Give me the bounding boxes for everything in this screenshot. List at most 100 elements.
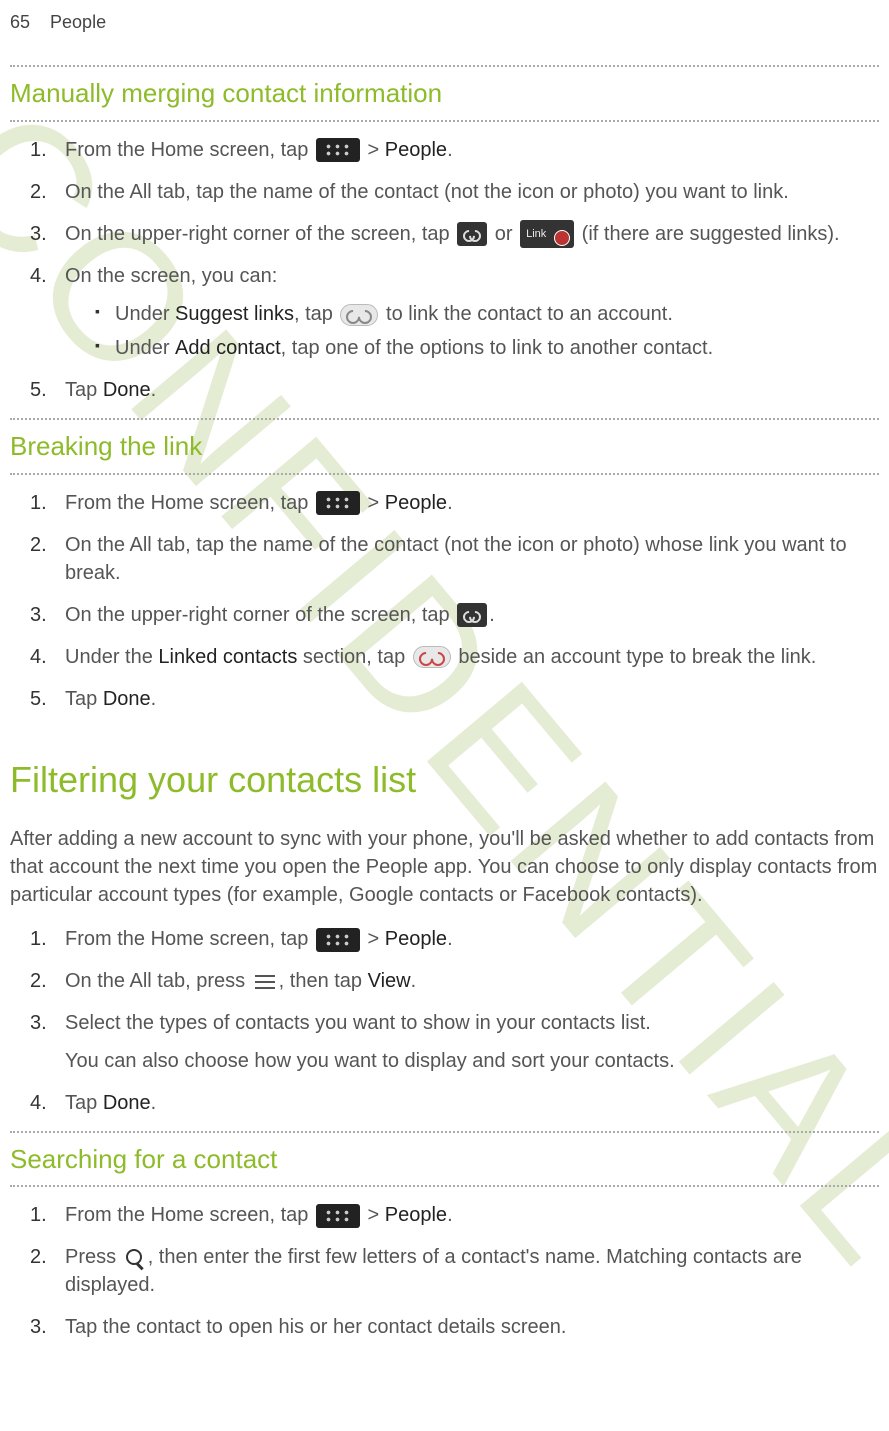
steps-list-merging: 1. From the Home screen, tap > People. 2… [10, 136, 879, 405]
step-number: 4. [30, 643, 47, 671]
step-item: 4. On the screen, you can: Under Suggest… [40, 262, 879, 362]
step-text: > [362, 139, 385, 161]
bullet-item: Under Add contact, tap one of the option… [95, 334, 879, 362]
step-item: 3. On the upper-right corner of the scre… [40, 601, 879, 629]
step-number: 1. [30, 1201, 47, 1229]
bold-text: Linked contacts [158, 646, 297, 668]
step-text: section, tap [297, 646, 410, 668]
bold-text: People [385, 139, 447, 161]
step-number: 2. [30, 178, 47, 206]
link-icon [457, 603, 487, 627]
step-item: 3. On the upper-right corner of the scre… [40, 220, 879, 249]
step-number: 3. [30, 1009, 47, 1037]
link-light-icon [340, 304, 378, 326]
step-number: 2. [30, 967, 47, 995]
step-item: 4. Tap Done. [40, 1089, 879, 1117]
step-number: 1. [30, 489, 47, 517]
step-item: 2. Press , then enter the first few lett… [40, 1243, 879, 1299]
link-badge-icon: Link [520, 220, 574, 248]
bold-text: Done [103, 688, 151, 710]
step-item: 5. Tap Done. [40, 376, 879, 404]
step-text: Tap [65, 379, 103, 401]
step-item: 2. On the All tab, press , then tap View… [40, 967, 879, 995]
step-text: Tap [65, 688, 103, 710]
steps-list-searching: 1. From the Home screen, tap > People. 2… [10, 1201, 879, 1341]
step-item: 4. Under the Linked contacts section, ta… [40, 643, 879, 671]
step-text: , then tap [279, 970, 368, 992]
step-text: From the Home screen, tap [65, 1204, 314, 1226]
step-number: 3. [30, 1313, 47, 1341]
step-text: . [489, 604, 495, 626]
step-number: 5. [30, 685, 47, 713]
step-text: > [362, 1204, 385, 1226]
step-text: From the Home screen, tap [65, 928, 314, 950]
step-number: 1. [30, 136, 47, 164]
step-text: On the upper-right corner of the screen,… [65, 604, 455, 626]
step-number: 2. [30, 531, 47, 559]
bullet-item: Under Suggest links, tap to link the con… [95, 300, 879, 328]
step-text: or [489, 223, 518, 245]
bold-text: Done [103, 1092, 151, 1114]
page-number: 65 [10, 10, 30, 35]
step-text: . [151, 1092, 157, 1114]
step-text: From the Home screen, tap [65, 139, 314, 161]
bullet-text: , tap [294, 303, 338, 325]
step-text: Under the [65, 646, 158, 668]
section-heading-merging: Manually merging contact information [10, 67, 879, 119]
bold-text: Suggest links [175, 303, 294, 325]
bullet-text: Under [115, 337, 175, 359]
step-item: 1. From the Home screen, tap > People. [40, 1201, 879, 1229]
bullet-text: Under [115, 303, 175, 325]
sublist: Under Suggest links, tap to link the con… [65, 300, 879, 362]
step-text: > [362, 928, 385, 950]
step-text: > [362, 492, 385, 514]
step-text: On the All tab, press [65, 970, 251, 992]
steps-list-breaking: 1. From the Home screen, tap > People. 2… [10, 489, 879, 713]
step-text: . [447, 139, 453, 161]
apps-grid-icon [316, 928, 360, 952]
bold-text: Add contact [175, 337, 281, 359]
step-text: On the upper-right corner of the screen,… [65, 223, 455, 245]
step-text: . [151, 688, 157, 710]
step-item: 3. Tap the contact to open his or her co… [40, 1313, 879, 1341]
step-text: beside an account type to break the link… [453, 646, 817, 668]
step-item: 1. From the Home screen, tap > People. [40, 489, 879, 517]
menu-icon [253, 973, 277, 991]
step-number: 5. [30, 376, 47, 404]
bold-text: People [385, 492, 447, 514]
step-text: . [447, 1204, 453, 1226]
step-item: 1. From the Home screen, tap > People. [40, 925, 879, 953]
step-item: 1. From the Home screen, tap > People. [40, 136, 879, 164]
step-text: . [447, 492, 453, 514]
step-text: On the screen, you can: [65, 265, 277, 287]
step-text: (if there are suggested links). [576, 223, 839, 245]
bullet-text: , tap one of the options to link to anot… [281, 337, 714, 359]
bold-text: People [385, 1204, 447, 1226]
apps-grid-icon [316, 138, 360, 162]
page-header: 65 People [10, 0, 879, 55]
step-text: . [411, 970, 417, 992]
step-text: Press [65, 1246, 122, 1268]
bold-text: Done [103, 379, 151, 401]
step-text: Select the types of contacts you want to… [65, 1012, 651, 1034]
step-text: , then enter the first few letters of a … [65, 1246, 802, 1296]
main-heading-filtering: Filtering your contacts list [10, 727, 879, 817]
search-icon [124, 1247, 146, 1269]
step-number: 4. [30, 1089, 47, 1117]
break-link-icon [413, 646, 451, 668]
step-number: 3. [30, 220, 47, 248]
section-heading-searching: Searching for a contact [10, 1133, 879, 1185]
step-text: Tap the contact to open his or her conta… [65, 1316, 566, 1338]
apps-grid-icon [316, 491, 360, 515]
step-number: 4. [30, 262, 47, 290]
step-secondary-text: You can also choose how you want to disp… [65, 1047, 879, 1075]
step-number: 1. [30, 925, 47, 953]
step-text: From the Home screen, tap [65, 492, 314, 514]
step-item: 3. Select the types of contacts you want… [40, 1009, 879, 1075]
step-number: 3. [30, 601, 47, 629]
header-section-title: People [50, 10, 106, 35]
bold-text: People [385, 928, 447, 950]
step-text: Tap [65, 1092, 103, 1114]
bold-text: View [368, 970, 411, 992]
step-text: . [447, 928, 453, 950]
